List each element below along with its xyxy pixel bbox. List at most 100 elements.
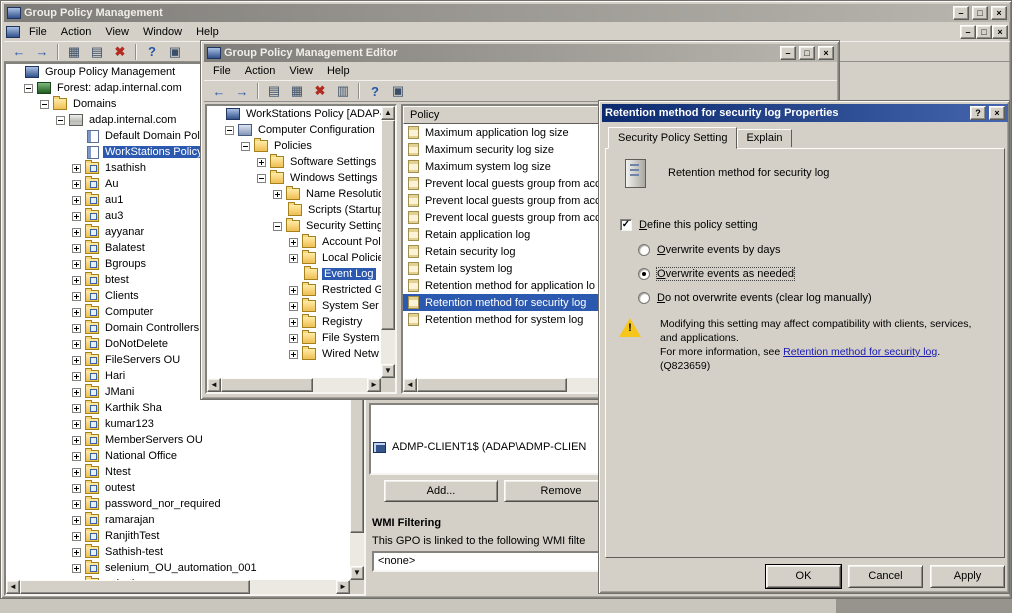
radio-do-not-overwrite[interactable]: Do not overwrite events (clear log manua… <box>638 292 872 304</box>
tree-item[interactable]: Registry <box>207 314 381 330</box>
expander-minus-icon[interactable] <box>257 174 266 183</box>
export-list-icon[interactable]: ▤ <box>263 82 285 101</box>
help-icon[interactable]: ? <box>141 42 163 61</box>
close-icon[interactable]: × <box>991 6 1007 20</box>
expander-plus-icon[interactable] <box>72 532 81 541</box>
expander-plus-icon[interactable] <box>72 356 81 365</box>
add-button[interactable]: Add... <box>384 480 498 502</box>
expander-plus-icon[interactable] <box>257 158 266 167</box>
minimize-icon[interactable]: – <box>953 6 969 20</box>
scrollbar-thumb[interactable] <box>221 378 313 392</box>
tree-item[interactable]: Scripts (Startup <box>207 202 381 218</box>
list-item[interactable]: ADMP-CLIENT1$ (ADAP\ADMP-CLIEN <box>373 439 619 455</box>
tree-item[interactable]: kumar123 <box>6 416 350 432</box>
menu-action[interactable]: Action <box>54 23 99 41</box>
expander-plus-icon[interactable] <box>289 302 298 311</box>
forward-icon[interactable]: → <box>31 42 53 61</box>
documents-icon[interactable]: ▥ <box>332 82 354 101</box>
expander-plus-icon[interactable] <box>72 436 81 445</box>
apply-button[interactable]: Apply <box>930 565 1005 588</box>
menu-help[interactable]: Help <box>320 62 357 80</box>
tree-item[interactable]: Karthik Sha <box>6 400 350 416</box>
radio-overwrite-as-needed[interactable]: Overwrite events as needed <box>638 268 794 280</box>
tree-item[interactable]: Sathish-test <box>6 544 350 560</box>
back-icon[interactable]: ← <box>208 82 230 101</box>
expander-plus-icon[interactable] <box>72 548 81 557</box>
tree-item[interactable]: System Ser <box>207 298 381 314</box>
tree-item[interactable]: Name Resolutio <box>207 186 381 202</box>
tab-explain[interactable]: Explain <box>737 129 791 147</box>
show-console-tree-icon[interactable]: ▦ <box>63 42 85 61</box>
list-view-icon[interactable]: ▣ <box>387 82 409 101</box>
radio-selected-icon[interactable] <box>638 268 650 280</box>
expander-plus-icon[interactable] <box>72 324 81 333</box>
menu-help[interactable]: Help <box>189 23 226 41</box>
expander-plus-icon[interactable] <box>72 196 81 205</box>
expander-plus-icon[interactable] <box>72 260 81 269</box>
expander-plus-icon[interactable] <box>72 452 81 461</box>
expander-plus-icon[interactable] <box>72 244 81 253</box>
expander-plus-icon[interactable] <box>289 238 298 247</box>
console-tree-icon[interactable]: ▦ <box>286 82 308 101</box>
minimize-icon[interactable]: – <box>780 46 796 60</box>
expander-plus-icon[interactable] <box>72 564 81 573</box>
title-bar[interactable]: Group Policy Management – □ × <box>4 4 1010 22</box>
menu-action[interactable]: Action <box>238 62 283 80</box>
tree-item[interactable]: Policies <box>207 138 381 154</box>
radio-icon[interactable] <box>638 244 650 256</box>
export-list-icon[interactable]: ▤ <box>86 42 108 61</box>
expander-plus-icon[interactable] <box>72 180 81 189</box>
expander-plus-icon[interactable] <box>72 164 81 173</box>
radio-label[interactable]: Overwrite events as needed <box>657 268 794 280</box>
tree-item[interactable]: National Office <box>6 448 350 464</box>
scroll-right-icon[interactable]: ► <box>336 580 350 594</box>
scroll-down-icon[interactable]: ▼ <box>381 364 395 378</box>
expander-plus-icon[interactable] <box>72 468 81 477</box>
tree-item[interactable]: Local Policie <box>207 250 381 266</box>
maximize-icon[interactable]: □ <box>799 46 815 60</box>
delete-icon[interactable]: ✖ <box>109 42 131 61</box>
expander-minus-icon[interactable] <box>241 142 250 151</box>
expander-plus-icon[interactable] <box>289 318 298 327</box>
dialog-close-icon[interactable]: × <box>989 106 1005 120</box>
delete-icon[interactable]: ✖ <box>309 82 331 101</box>
expander-plus-icon[interactable] <box>289 254 298 263</box>
menu-view[interactable]: View <box>98 23 136 41</box>
tree-item[interactable]: Software Settings <box>207 154 381 170</box>
tree-horizontal-scrollbar[interactable]: ◄ ► <box>207 378 381 392</box>
tree-item[interactable]: WorkStations Policy [ADAP-DC1 <box>207 106 381 122</box>
tree-horizontal-scrollbar[interactable]: ◄ ► <box>6 580 350 594</box>
close-icon[interactable]: × <box>818 46 834 60</box>
scrollbar-thumb[interactable] <box>417 378 567 392</box>
tree-item[interactable]: Account Pol <box>207 234 381 250</box>
dialog-title-bar[interactable]: Retention method for security log Proper… <box>602 104 1008 122</box>
tree-item[interactable]: File System <box>207 330 381 346</box>
tree-item[interactable]: Wired Netw <box>207 346 381 362</box>
menu-window[interactable]: Window <box>136 23 189 41</box>
checkbox-checked-icon[interactable]: ✓ <box>620 219 632 231</box>
radio-label[interactable]: Do not overwrite events (clear log manua… <box>657 292 872 304</box>
expander-plus-icon[interactable] <box>289 350 298 359</box>
tab-security-policy-setting[interactable]: Security Policy Setting <box>608 127 737 149</box>
kb-article-link[interactable]: Retention method for security log <box>783 346 937 358</box>
help-icon[interactable]: ? <box>364 82 386 101</box>
expander-plus-icon[interactable] <box>72 228 81 237</box>
child-minimize-icon[interactable]: – <box>960 25 976 39</box>
tree-item[interactable]: Windows Settings <box>207 170 381 186</box>
maximize-icon[interactable]: □ <box>972 6 988 20</box>
expander-plus-icon[interactable] <box>72 292 81 301</box>
expander-plus-icon[interactable] <box>289 286 298 295</box>
new-window-icon[interactable]: ▣ <box>164 42 186 61</box>
tree-item-selected[interactable]: Event Log <box>207 266 381 282</box>
expander-minus-icon[interactable] <box>24 84 33 93</box>
menu-file[interactable]: File <box>206 62 238 80</box>
tree-item[interactable]: selenium_OU_automation_001 <box>6 560 350 576</box>
security-filtering-list[interactable]: ADMP-CLIENT1$ (ADAP\ADMP-CLIEN <box>369 403 621 475</box>
ok-button[interactable]: OK <box>766 565 841 588</box>
menu-file[interactable]: File <box>22 23 54 41</box>
scroll-right-icon[interactable]: ► <box>367 378 381 392</box>
tree-item[interactable]: outest <box>6 480 350 496</box>
scroll-left-icon[interactable]: ◄ <box>6 580 20 594</box>
expander-plus-icon[interactable] <box>72 516 81 525</box>
expander-plus-icon[interactable] <box>72 212 81 221</box>
